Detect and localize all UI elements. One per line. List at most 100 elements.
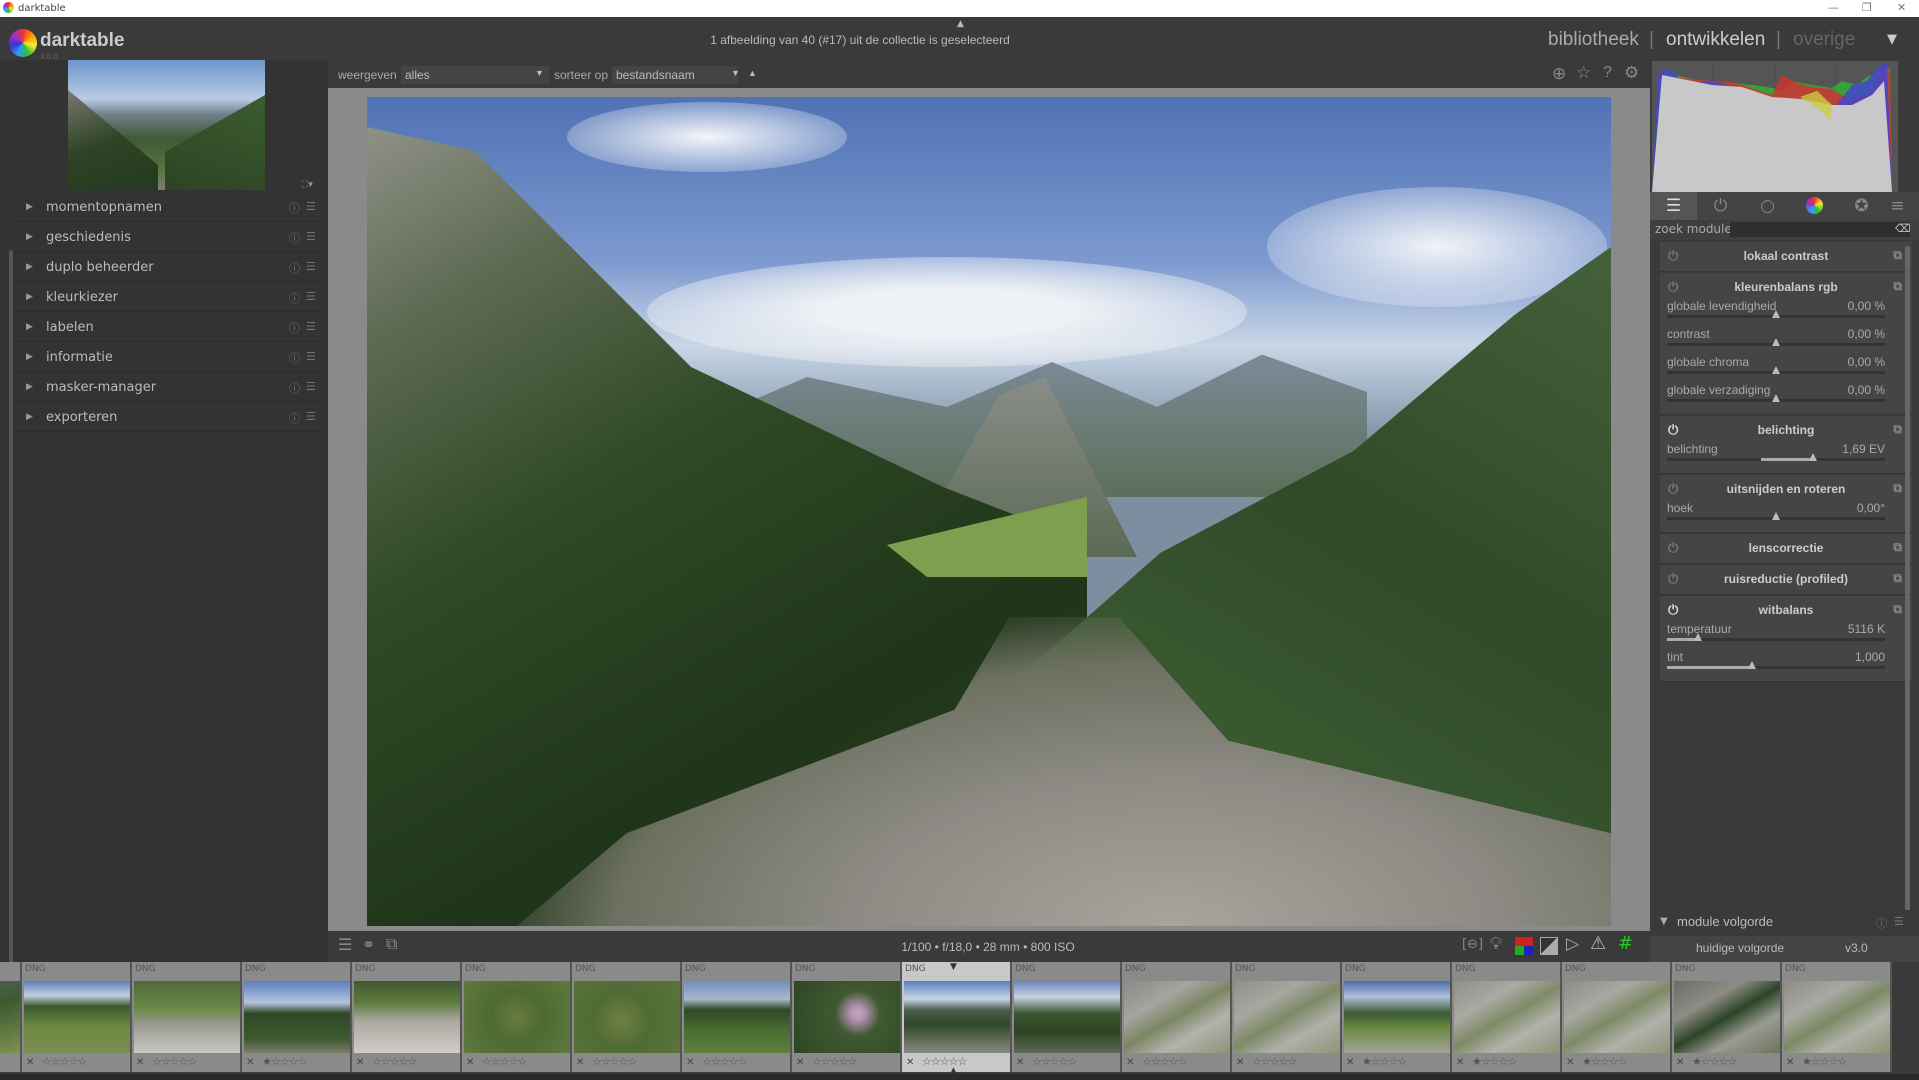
slider-param[interactable]: tint 1,000	[1667, 650, 1885, 678]
reset-icon[interactable]: ⓘ	[289, 380, 300, 396]
reset-icon[interactable]: ⓘ	[289, 320, 300, 336]
reject-icon[interactable]: ✕	[26, 1057, 34, 1068]
filmstrip-thumbnail[interactable]: DNG ✕ ☆☆☆☆☆	[462, 962, 572, 1072]
navigation-preview[interactable]	[68, 60, 265, 190]
presets-icon[interactable]: ☰	[306, 290, 316, 303]
presets-icon[interactable]: ☰	[306, 380, 316, 393]
slider-handle[interactable]	[1772, 394, 1780, 402]
overexposed-warning-icon[interactable]: ⚠	[1590, 933, 1606, 954]
tab-menu-icon[interactable]: ≡	[1880, 192, 1915, 220]
power-icon[interactable]: ⏻	[1668, 249, 1678, 263]
star-rating-icon[interactable]: ★☆☆☆☆	[1362, 1055, 1407, 1068]
reject-icon[interactable]: ✕	[906, 1057, 914, 1068]
histogram[interactable]	[1652, 61, 1898, 192]
slider-handle[interactable]	[1809, 453, 1818, 461]
reset-icon[interactable]: ⓘ	[1876, 915, 1887, 931]
module-search-input[interactable]	[1730, 222, 1910, 237]
presets-icon[interactable]: ☰	[306, 410, 316, 423]
power-icon[interactable]: ⏻	[1668, 423, 1678, 437]
guides-icon[interactable]: ▷	[1566, 934, 1579, 954]
star-rating-icon[interactable]: ☆☆☆☆☆	[922, 1055, 967, 1068]
power-icon[interactable]: ⏻	[1668, 603, 1678, 617]
reject-icon[interactable]: ✕	[136, 1057, 144, 1068]
filmstrip-thumbnail[interactable]: DNG ✕ ★☆☆☆☆	[1342, 962, 1452, 1072]
chevron-down-icon[interactable]: ▼	[731, 68, 740, 78]
filmstrip-thumbnail[interactable]: DNG ✕ ☆☆☆☆☆	[1122, 962, 1232, 1072]
chevron-down-icon[interactable]: ▼	[535, 68, 544, 78]
reject-icon[interactable]: ✕	[356, 1057, 364, 1068]
module-header[interactable]: ⏻ uitsnijden en roteren ⧉	[1660, 475, 1912, 503]
star-icon[interactable]: ☆	[1576, 63, 1591, 83]
filmstrip-thumbnail[interactable]: DNG ✕ ★☆☆☆☆	[242, 962, 352, 1072]
slider-handle[interactable]	[1693, 633, 1702, 641]
main-photo[interactable]	[367, 97, 1611, 926]
quick-access-icon[interactable]: ☰	[338, 935, 352, 954]
left-module-6[interactable]: ▶ masker-manager ⓘ ☰	[14, 374, 324, 402]
view-ontwikkelen[interactable]: ontwikkelen	[1666, 29, 1765, 51]
filmstrip-thumbnail[interactable]: DNG ✕ ☆☆☆☆☆	[792, 962, 902, 1072]
power-icon[interactable]: ⏻	[1668, 572, 1678, 586]
filmstrip-thumbnail[interactable]: DNG ✕ ★☆☆☆☆	[1782, 962, 1892, 1072]
filmstrip-thumbnail[interactable]: DNG ✕ ☆☆☆☆☆	[902, 962, 1012, 1072]
styles-icon[interactable]: ⚭	[362, 935, 375, 954]
gear-icon[interactable]: ⚙	[1624, 63, 1639, 83]
slider-param[interactable]: contrast 0,00 %	[1667, 327, 1885, 355]
slider-param[interactable]: globale levendigheid 0,00 %	[1667, 299, 1885, 327]
filmstrip-thumbnail[interactable]: DNG ✕ ☆☆☆☆☆	[352, 962, 462, 1072]
external-link-icon[interactable]: ⧉	[1893, 248, 1902, 262]
presets-icon[interactable]: ☰	[306, 350, 316, 363]
filmstrip-thumbnail[interactable]: DNG ✕ ★☆☆☆☆	[1672, 962, 1782, 1072]
minimize-icon[interactable]: —	[1828, 1, 1839, 14]
navigation-zoom-icon[interactable]: ⛶▾	[302, 180, 313, 190]
filmstrip-thumbnail[interactable]: DNG ✕ ☆☆☆☆☆	[572, 962, 682, 1072]
module-header[interactable]: ⏻ witbalans ⧉	[1660, 596, 1912, 624]
filmstrip-thumbnail[interactable]: DNG ✕ ☆☆☆☆☆	[1232, 962, 1342, 1072]
reject-icon[interactable]: ✕	[1786, 1057, 1794, 1068]
module-header[interactable]: ⏻ kleurenbalans rgb ⧉	[1660, 273, 1912, 301]
slider-param[interactable]: globale verzadiging 0,00 %	[1667, 383, 1885, 411]
star-rating-icon[interactable]: ☆☆☆☆☆	[1252, 1055, 1297, 1068]
filmstrip-thumbnail[interactable]: DNG ✕ ☆☆☆☆☆	[22, 962, 132, 1072]
slider-param[interactable]: belichting 1,69 EV	[1667, 442, 1885, 470]
reset-icon[interactable]: ⓘ	[289, 230, 300, 246]
presets-icon[interactable]: ☰	[306, 260, 316, 273]
views-dropdown-icon[interactable]: ▼	[1887, 32, 1897, 47]
softproof-icon[interactable]	[1515, 937, 1533, 955]
reject-icon[interactable]: ✕	[1456, 1057, 1464, 1068]
view-overige[interactable]: overige	[1793, 29, 1855, 51]
star-rating-icon[interactable]: ☆☆☆☆☆	[1032, 1055, 1077, 1068]
reject-icon[interactable]: ✕	[1016, 1057, 1024, 1068]
external-link-icon[interactable]: ⧉	[1893, 279, 1902, 293]
sort-select[interactable]: bestandsnaam	[612, 66, 738, 84]
slider-handle[interactable]	[1748, 661, 1757, 669]
star-rating-icon[interactable]: ★☆☆☆☆	[262, 1055, 307, 1068]
star-rating-icon[interactable]: ☆☆☆☆☆	[592, 1055, 637, 1068]
reject-icon[interactable]: ✕	[466, 1057, 474, 1068]
filmstrip-thumbnail[interactable]: DNG ✕ ☆☆☆☆☆	[1012, 962, 1122, 1072]
slider-param[interactable]: globale chroma 0,00 %	[1667, 355, 1885, 383]
power-icon[interactable]: ⏻	[1668, 280, 1678, 294]
module-order-row[interactable]: huidige volgorde v3.0	[1650, 936, 1919, 962]
filmstrip-thumbnail[interactable]: DNG ✕ ★☆☆☆☆	[1452, 962, 1562, 1072]
slider-param[interactable]: hoek 0,00°	[1667, 501, 1885, 529]
external-link-icon[interactable]: ⧉	[1893, 602, 1902, 616]
second-window-icon[interactable]: ⧉	[386, 934, 397, 954]
sort-direction-icon[interactable]: ▲	[748, 68, 757, 78]
maximize-icon[interactable]: ❐	[1862, 1, 1872, 14]
collapse-top-icon[interactable]: ▲	[957, 19, 964, 29]
left-panel-scrollbar[interactable]	[9, 250, 13, 1015]
reset-icon[interactable]: ⓘ	[289, 350, 300, 366]
grouping-icon[interactable]: ⊕	[1552, 64, 1566, 84]
slider-handle[interactable]	[1772, 366, 1780, 374]
gamut-check-icon[interactable]	[1540, 937, 1558, 955]
presets-icon[interactable]: ☰	[306, 200, 316, 213]
close-icon[interactable]: ✕	[1897, 1, 1906, 14]
filmstrip-thumbnail[interactable]: DNG ✕ ☆☆☆☆☆	[0, 962, 22, 1072]
slider-param[interactable]: temperatuur 5116 K	[1667, 622, 1885, 650]
reset-icon[interactable]: ⓘ	[289, 260, 300, 276]
bulb-icon[interactable]: 💡︎	[1490, 934, 1502, 954]
tab-color-icon[interactable]	[1791, 192, 1838, 220]
power-icon[interactable]: ⏻	[1668, 541, 1678, 555]
star-rating-icon[interactable]: ☆☆☆☆☆	[42, 1055, 87, 1068]
reset-icon[interactable]: ⓘ	[289, 290, 300, 306]
